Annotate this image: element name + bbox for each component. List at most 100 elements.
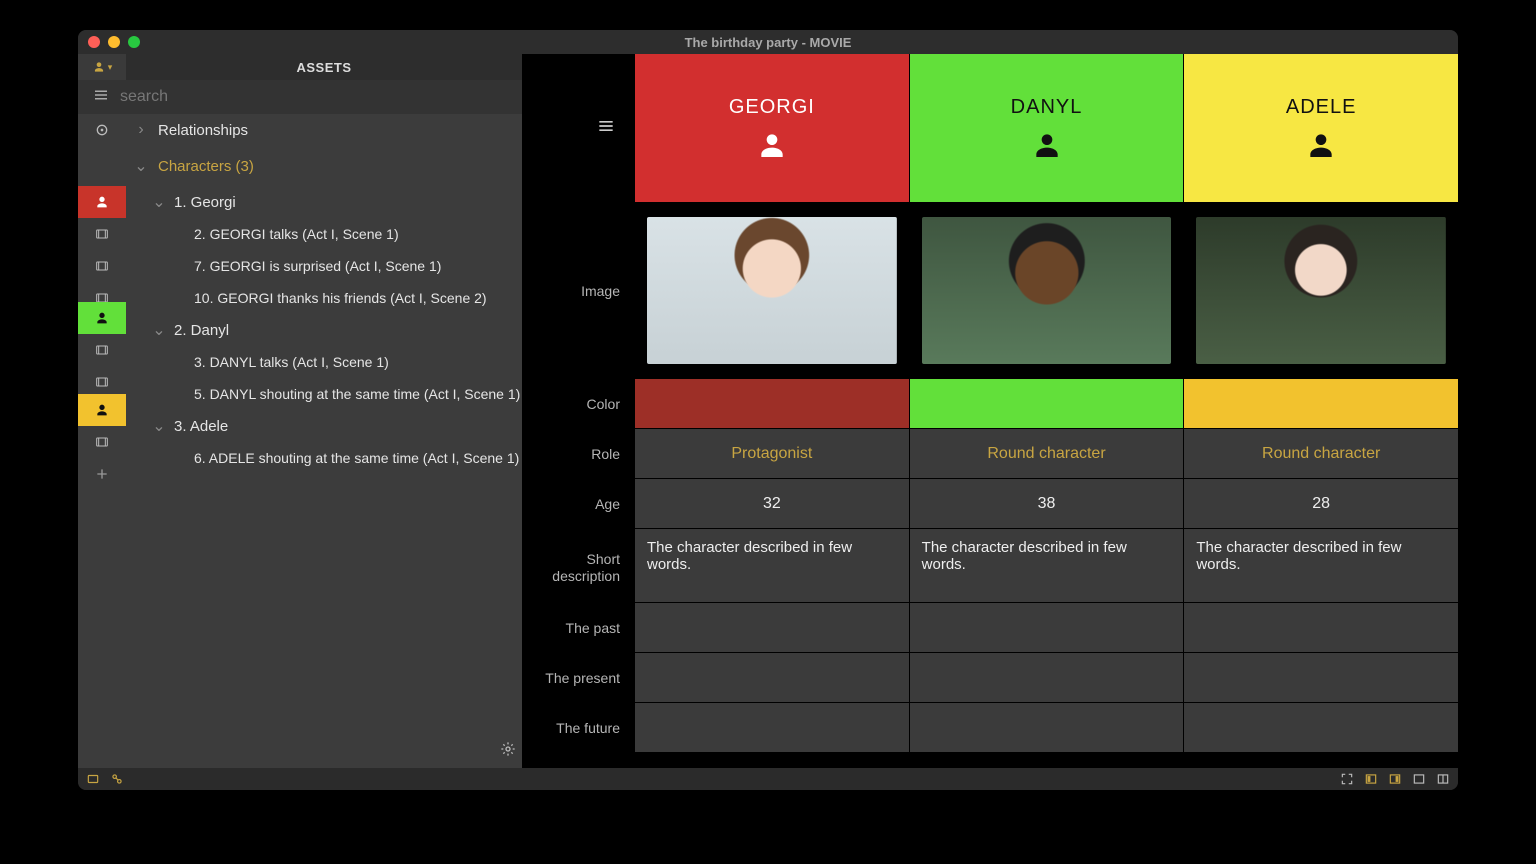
tree-scene[interactable]: 5. DANYL shouting at the same time (Act … (134, 378, 522, 410)
status-link-icon[interactable] (110, 772, 124, 786)
person-icon (756, 129, 788, 161)
cell-present[interactable] (635, 652, 909, 702)
cell-image[interactable] (910, 202, 1184, 378)
status-layout3-icon[interactable] (1412, 772, 1426, 786)
attr-label-image: Image (522, 202, 634, 378)
attr-label-age: Age (522, 478, 634, 528)
cell-color[interactable] (635, 378, 909, 428)
sidebar-gutter (78, 114, 126, 768)
attr-label-short-desc: Short description (522, 528, 634, 602)
user-menu-button[interactable]: ▾ (78, 54, 126, 80)
tree-label: 1. Georgi (174, 194, 236, 211)
attr-label-future: The future (522, 702, 634, 752)
tree-label: 2. Danyl (174, 322, 229, 339)
status-layout2-icon[interactable] (1388, 772, 1402, 786)
tree-characters[interactable]: ⌄ Characters (3) (134, 146, 522, 186)
tree-character-georgi[interactable]: ⌄ 1. Georgi (134, 186, 522, 218)
cell-short-desc[interactable]: The character described in few words. (910, 528, 1184, 602)
character-column-georgi: GEORGI Protagonist 32 The character desc… (634, 54, 909, 768)
character-chip-georgi[interactable] (78, 186, 126, 218)
scene-gutter-icon (78, 334, 126, 366)
cell-image[interactable] (635, 202, 909, 378)
scene-gutter-icon (78, 250, 126, 282)
scene-gutter-icon (78, 426, 126, 458)
cell-role[interactable]: Round character (910, 428, 1184, 478)
tree-scene[interactable]: 10. GEORGI thanks his friends (Act I, Sc… (134, 282, 522, 314)
cell-color[interactable] (1184, 378, 1458, 428)
character-chip-danyl[interactable] (78, 302, 126, 334)
cell-age[interactable]: 28 (1184, 478, 1458, 528)
titlebar: The birthday party - MOVIE (78, 30, 1458, 54)
window-body: ▾ ASSETS (78, 54, 1458, 768)
tree-relationships[interactable]: › Relationships (134, 114, 522, 146)
sidebar-settings-icon[interactable] (500, 741, 516, 762)
tree-character-adele[interactable]: ⌄ 3. Adele (134, 410, 522, 442)
filter-menu-icon[interactable] (92, 86, 110, 109)
portrait-image (1196, 217, 1446, 364)
cell-future[interactable] (635, 702, 909, 752)
tree-label: 5. DANYL shouting at the same time (Act … (194, 386, 520, 402)
window-title: The birthday party - MOVIE (78, 35, 1458, 50)
attr-label-role: Role (522, 428, 634, 478)
cell-short-desc[interactable]: The character described in few words. (1184, 528, 1458, 602)
person-icon (1305, 129, 1337, 161)
tree-label: 6. ADELE shouting at the same time (Act … (194, 450, 519, 466)
person-icon (1031, 129, 1063, 161)
cell-image[interactable] (1184, 202, 1458, 378)
cell-past[interactable] (635, 602, 909, 652)
character-name: DANYL (1011, 96, 1083, 119)
cell-role[interactable]: Protagonist (635, 428, 909, 478)
relationships-gutter-icon[interactable] (78, 114, 126, 146)
cell-future[interactable] (910, 702, 1184, 752)
character-header[interactable]: ADELE (1184, 54, 1458, 202)
attr-label-present: The present (522, 652, 634, 702)
search-input[interactable] (120, 88, 522, 106)
tree-label: 3. Adele (174, 418, 228, 435)
tree-character-danyl[interactable]: ⌄ 2. Danyl (134, 314, 522, 346)
character-chip-adele[interactable] (78, 394, 126, 426)
character-column-danyl: DANYL Round character 38 The character d… (909, 54, 1184, 768)
tree-label: 7. GEORGI is surprised (Act I, Scene 1) (194, 258, 441, 274)
character-name: ADELE (1286, 96, 1357, 119)
app-window: The birthday party - MOVIE ▾ ASSETS (78, 30, 1458, 790)
status-layout1-icon[interactable] (1364, 772, 1378, 786)
portrait-image (647, 217, 897, 364)
portrait-image (922, 217, 1172, 364)
tree-label: 2. GEORGI talks (Act I, Scene 1) (194, 226, 399, 242)
tree-label: Relationships (158, 122, 248, 139)
status-scene-icon[interactable] (86, 772, 100, 786)
cell-future[interactable] (1184, 702, 1458, 752)
attr-label-color: Color (522, 378, 634, 428)
grid-menu-icon[interactable] (596, 116, 616, 141)
sidebar-header: ▾ ASSETS (78, 54, 522, 80)
tree-label: 10. GEORGI thanks his friends (Act I, Sc… (194, 290, 487, 306)
cell-past[interactable] (1184, 602, 1458, 652)
attribute-column: Image Color Role Age Short description T… (522, 54, 634, 768)
cell-short-desc[interactable]: The character described in few words. (635, 528, 909, 602)
sidebar: ▾ ASSETS (78, 54, 522, 768)
status-bar (78, 768, 1458, 790)
scene-gutter-icon (78, 218, 126, 250)
character-header[interactable]: GEORGI (635, 54, 909, 202)
sidebar-search-row (78, 80, 522, 114)
cell-present[interactable] (1184, 652, 1458, 702)
character-header[interactable]: DANYL (910, 54, 1184, 202)
cell-age[interactable]: 32 (635, 478, 909, 528)
cell-age[interactable]: 38 (910, 478, 1184, 528)
tree-scene[interactable]: 6. ADELE shouting at the same time (Act … (134, 442, 522, 474)
sidebar-title: ASSETS (126, 60, 522, 75)
status-fullscreen-icon[interactable] (1340, 772, 1354, 786)
tree-scene[interactable]: 3. DANYL talks (Act I, Scene 1) (134, 346, 522, 378)
add-asset-button[interactable] (78, 458, 126, 490)
cell-role[interactable]: Round character (1184, 428, 1458, 478)
cell-past[interactable] (910, 602, 1184, 652)
tree-scene[interactable]: 7. GEORGI is surprised (Act I, Scene 1) (134, 250, 522, 282)
cell-present[interactable] (910, 652, 1184, 702)
cell-color[interactable] (910, 378, 1184, 428)
main-panel: Image Color Role Age Short description T… (522, 54, 1458, 768)
status-layout4-icon[interactable] (1436, 772, 1450, 786)
attr-label-past: The past (522, 602, 634, 652)
sidebar-tree[interactable]: › Relationships ⌄ Characters (3) ⌄ 1. Ge… (78, 114, 522, 768)
tree-scene[interactable]: 2. GEORGI talks (Act I, Scene 1) (134, 218, 522, 250)
tree-label: 3. DANYL talks (Act I, Scene 1) (194, 354, 389, 370)
